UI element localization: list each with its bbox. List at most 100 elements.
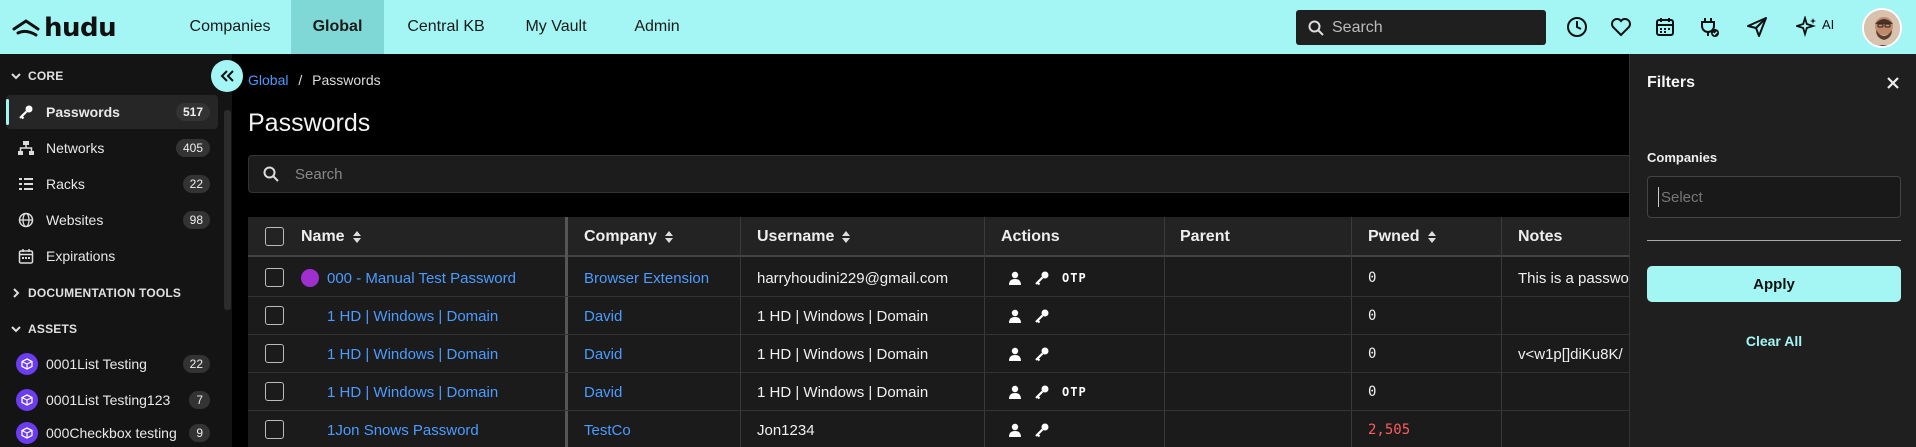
filters-panel: Filters Companies Select Apply Clear All [1629,54,1916,447]
sidebar-item-count: 98 [182,211,210,229]
column-header-name[interactable]: Name [301,217,361,257]
pwned-count: 0 [1368,270,1377,286]
nav-admin[interactable]: Admin [622,0,692,54]
breadcrumb-current: Passwords [312,72,381,88]
user-icon[interactable] [1008,385,1022,399]
nav-global[interactable]: Global [291,0,384,54]
pwned-count: 0 [1368,346,1377,362]
password-name-link[interactable]: 1Jon Snows Password [327,411,561,447]
sidebar-section-core-label: CORE [28,69,64,83]
passwords-search-placeholder: Search [295,165,343,183]
user-avatar[interactable] [1862,8,1902,48]
table-row[interactable]: 1 HD | Windows | Domain David 1 HD | Win… [248,335,1668,373]
sidebar-item-count: 22 [182,175,210,193]
password-name: 000 - Manual Test Password [327,269,516,287]
companies-select-placeholder: Select [1661,188,1703,206]
sidebar-section-core[interactable]: CORE [10,69,63,83]
user-icon[interactable] [1008,309,1022,323]
row-checkbox[interactable] [265,382,284,401]
close-icon [1887,77,1899,89]
globe-icon [16,210,36,230]
user-icon[interactable] [1008,347,1022,361]
sidebar-section-documentation-tools[interactable]: DOCUMENTATION TOOLS [10,286,181,300]
companies-select[interactable]: Select [1647,176,1901,218]
sidebar-item-asset[interactable]: 0001List Testing 22 [6,347,218,381]
key-icon[interactable] [1034,308,1050,324]
company-link[interactable]: TestCo [584,411,734,447]
close-filters-button[interactable] [1882,72,1904,94]
otp-button[interactable]: OTP [1062,271,1087,285]
clear-all-button[interactable]: Clear All [1647,326,1901,356]
user-icon[interactable] [1008,271,1022,285]
sidebar-item-label: Expirations [46,248,116,264]
sidebar-item-label: Passwords [46,104,120,120]
username-cell: harryhoudini229@gmail.com [757,269,949,287]
breadcrumb: Global / Passwords [248,72,381,88]
column-header-label: Username [757,228,835,245]
sidebar-item-asset[interactable]: 000Checkbox testing 9 [6,419,218,447]
actions-cell [1008,335,1158,373]
column-header-notes: Notes [1518,228,1563,245]
sidebar-item-expirations[interactable]: Expirations [6,239,218,273]
collapse-sidebar-button[interactable] [211,60,243,92]
password-name-link[interactable]: 1 HD | Windows | Domain [327,373,561,411]
nav-companies[interactable]: Companies [178,0,282,54]
table-row[interactable]: 000 - Manual Test Password Browser Exten… [248,259,1668,297]
clock-icon[interactable] [1564,14,1590,40]
table-row[interactable]: 1Jon Snows Password TestCo Jon1234 2,505 [248,411,1668,447]
actions-cell [1008,411,1158,447]
global-search-input[interactable]: Search [1296,10,1546,45]
sort-icon [842,231,851,243]
password-name-link[interactable]: 1 HD | Windows | Domain [327,335,561,373]
company-link[interactable]: David [584,297,734,335]
key-icon[interactable] [1034,384,1050,400]
company-link[interactable]: Browser Extension [584,259,734,297]
column-header-company[interactable]: Company [584,217,673,257]
sort-icon [664,231,673,243]
passwords-search-input[interactable]: Search [248,155,1648,193]
key-icon[interactable] [1034,422,1050,438]
sidebar-item-networks[interactable]: Networks 405 [6,131,218,165]
search-icon [1308,20,1324,36]
nav-central-kb[interactable]: Central KB [396,0,496,54]
pwned-count: 0 [1368,384,1377,400]
nav-my-vault[interactable]: My Vault [512,0,600,54]
sidebar-item-racks[interactable]: Racks 22 [6,167,218,201]
company-link[interactable]: David [584,373,734,411]
sidebar-scrollbar[interactable] [224,110,231,310]
breadcrumb-global-link[interactable]: Global [248,72,288,88]
key-icon[interactable] [1034,270,1050,286]
column-header-pwned[interactable]: Pwned [1368,217,1436,257]
sidebar-section-assets[interactable]: ASSETS [10,322,77,336]
password-name-link[interactable]: 000 - Manual Test Password [301,259,561,297]
username-cell: 1 HD | Windows | Domain [757,383,929,401]
user-icon[interactable] [1008,423,1022,437]
text-caret [1658,187,1659,207]
sidebar-item-asset[interactable]: 0001List Testing123 7 [6,383,218,417]
sidebar-item-passwords[interactable]: Passwords 517 [6,95,218,129]
row-checkbox[interactable] [265,306,284,325]
ai-sparkle-icon[interactable] [1794,14,1820,40]
apply-filters-button[interactable]: Apply [1647,266,1901,302]
hudu-logo[interactable]: hudu [12,12,117,44]
plug-check-icon[interactable] [1696,14,1722,40]
otp-button[interactable]: OTP [1062,385,1087,399]
sidebar-item-websites[interactable]: Websites 98 [6,203,218,237]
password-name-link[interactable]: 1 HD | Windows | Domain [327,297,561,335]
heart-icon[interactable] [1608,14,1634,40]
row-checkbox[interactable] [265,268,284,287]
pwned-count-alert: 2,505 [1368,422,1411,438]
column-header-actions: Actions [1001,228,1060,245]
paper-plane-icon[interactable] [1744,14,1770,40]
row-checkbox[interactable] [265,420,284,439]
calendar-icon[interactable] [1652,14,1678,40]
table-row[interactable]: 1 HD | Windows | Domain David 1 HD | Win… [248,297,1668,335]
column-header-username[interactable]: Username [757,217,851,257]
company-link[interactable]: David [584,335,734,373]
select-all-checkbox[interactable] [265,227,284,246]
table-row[interactable]: 1 HD | Windows | Domain David 1 HD | Win… [248,373,1668,411]
ai-label[interactable]: AI [1822,17,1834,32]
row-checkbox[interactable] [265,344,284,363]
key-icon[interactable] [1034,346,1050,362]
global-search-placeholder: Search [1332,18,1383,36]
